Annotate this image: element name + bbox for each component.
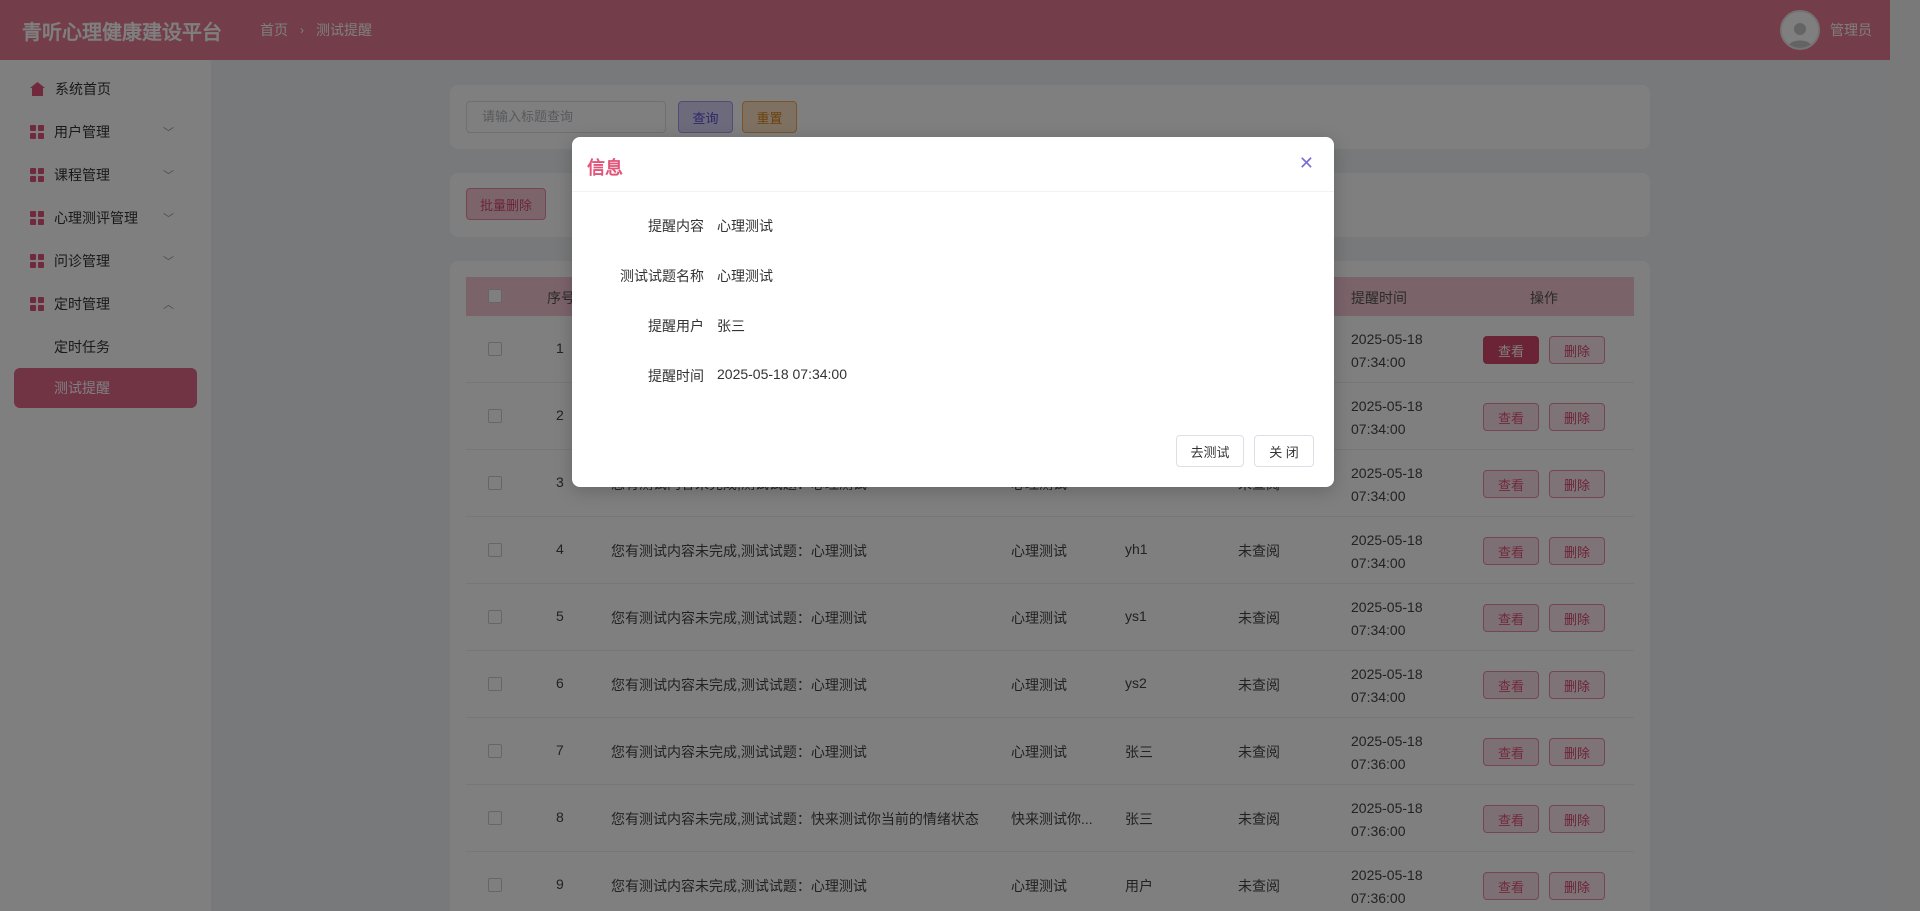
field-value-time: 2025-05-18 07:34:00 bbox=[717, 366, 847, 382]
close-button[interactable]: 关 闭 bbox=[1254, 435, 1314, 467]
field-value-content: 心理测试 bbox=[717, 218, 773, 234]
field-label-user: 提醒用户 bbox=[648, 318, 704, 334]
dialog-divider bbox=[572, 191, 1334, 192]
field-label-content: 提醒内容 bbox=[648, 218, 704, 234]
close-icon[interactable]: ✕ bbox=[1299, 153, 1314, 174]
go-test-button[interactable]: 去测试 bbox=[1176, 435, 1244, 467]
field-value-test-name: 心理测试 bbox=[717, 268, 773, 284]
field-label-test-name: 测试试题名称 bbox=[620, 268, 704, 284]
field-label-time: 提醒时间 bbox=[648, 368, 704, 384]
field-value-user: 张三 bbox=[717, 318, 745, 334]
dialog-title: 信息 bbox=[587, 158, 623, 178]
info-dialog: 信息 ✕ 提醒内容 心理测试 测试试题名称 心理测试 提醒用户 张三 提醒时间 … bbox=[572, 137, 1334, 487]
